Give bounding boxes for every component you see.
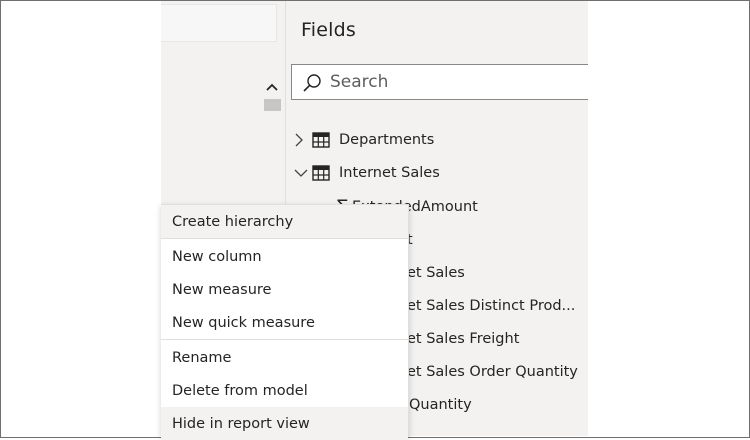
scroll-thumb[interactable] [264,99,281,111]
search-box[interactable] [291,64,588,100]
table-label: Departments [339,132,435,148]
table-icon [312,165,334,181]
field-label: et Sales [407,265,465,281]
field-label: et Sales Freight [407,331,520,347]
table-label: Internet Sales [339,165,440,181]
scroll-up-icon[interactable] [262,77,282,97]
menu-item-delete-from-model[interactable]: Delete from model [161,374,408,407]
table-row-departments[interactable]: Departments [286,125,588,155]
field-label: et Sales Distinct Prod... [407,298,576,314]
chevron-down-icon[interactable] [294,168,312,178]
menu-separator [161,238,408,239]
left-pane-box [161,4,277,42]
table-icon [312,132,334,148]
chevron-right-icon[interactable] [294,133,312,147]
menu-separator [161,339,408,340]
table-row-internet-sales[interactable]: Internet Sales [286,158,588,188]
menu-item-new-column[interactable]: New column [161,240,408,273]
field-label: et Sales Order Quantity [407,364,578,380]
context-menu: Create hierarchy New column New measure … [161,204,409,440]
search-icon [302,73,322,97]
field-label: Quantity [409,397,472,413]
fields-title: Fields [301,19,356,41]
menu-item-new-measure[interactable]: New measure [161,273,408,306]
menu-item-hide-in-report-view[interactable]: Hide in report view [161,407,408,440]
menu-item-new-quick-measure[interactable]: New quick measure [161,306,408,339]
menu-item-rename[interactable]: Rename [161,341,408,374]
search-input[interactable] [330,69,580,95]
menu-item-create-hierarchy[interactable]: Create hierarchy [161,205,408,238]
